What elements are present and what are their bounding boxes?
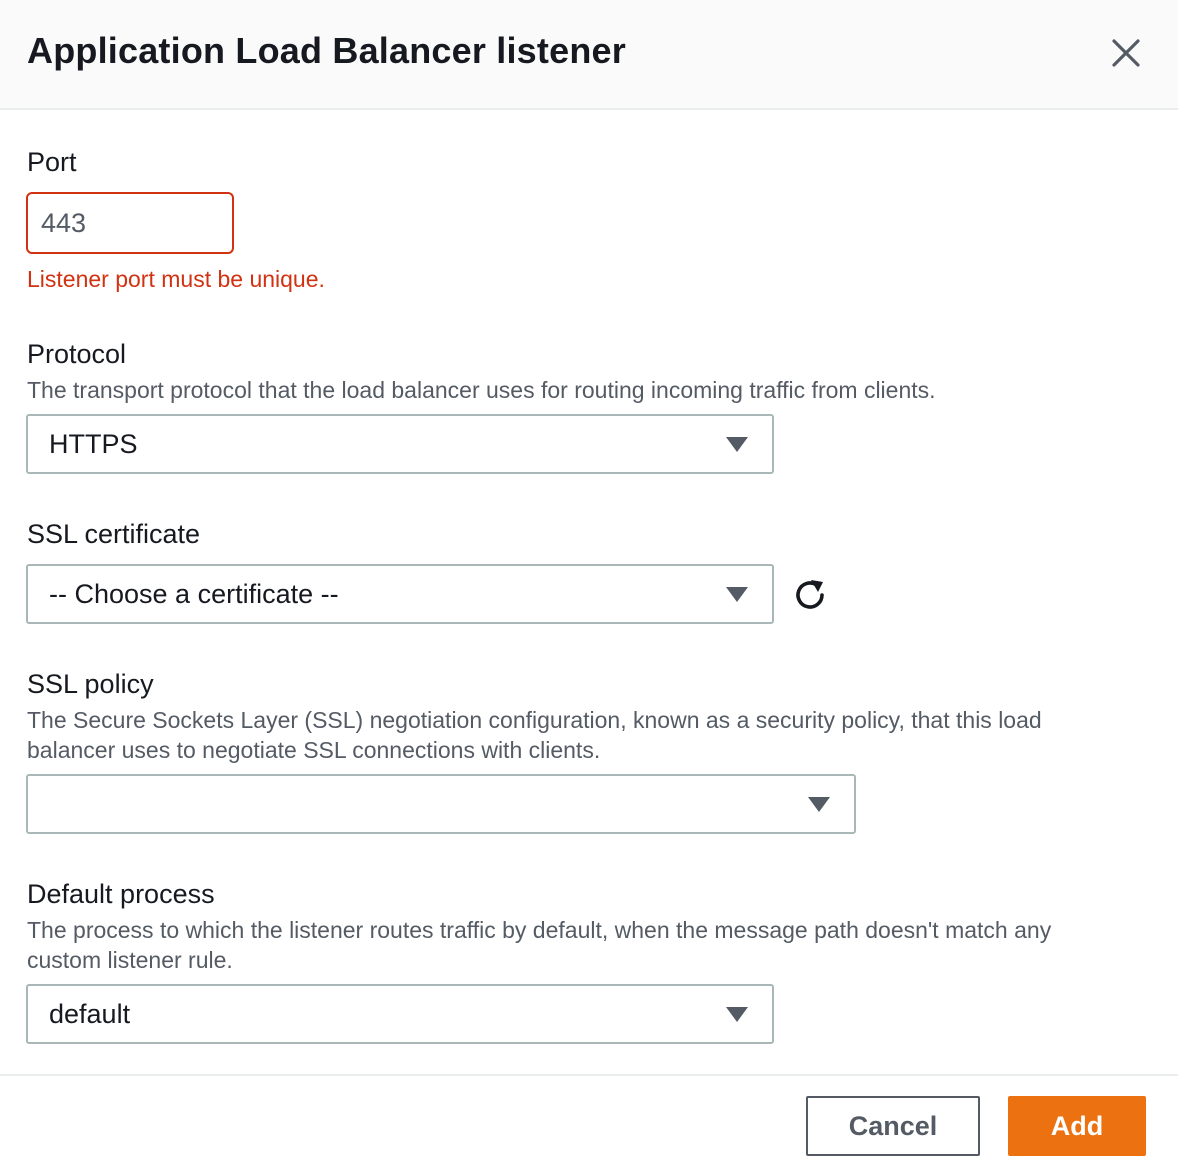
protocol-selected-value: HTTPS [49, 429, 138, 459]
default-process-description-line1: The process to which the listener routes… [27, 917, 1052, 943]
caret-down-icon [726, 587, 748, 602]
port-error-message: Listener port must be unique. [27, 266, 325, 292]
default-process-description-line2: custom listener rule. [27, 947, 233, 973]
ssl-policy-description-line1: The Secure Sockets Layer (SSL) negotiati… [27, 707, 1042, 733]
protocol-description: The transport protocol that the load bal… [27, 377, 936, 403]
modal-footer: Cancel Add [0, 1074, 1178, 1170]
ssl-certificate-selected-value: -- Choose a certificate -- [49, 579, 339, 609]
ssl-certificate-label: SSL certificate [27, 519, 201, 549]
refresh-icon [796, 580, 824, 609]
ssl-policy-description-line2: balancer uses to negotiate SSL connectio… [27, 737, 601, 763]
close-button[interactable] [1104, 31, 1148, 75]
port-input[interactable] [26, 192, 234, 254]
ssl-policy-select[interactable] [26, 774, 856, 834]
ssl-certificate-select[interactable]: -- Choose a certificate -- [26, 564, 774, 624]
refresh-certificates-button[interactable] [790, 575, 830, 615]
modal-header: Application Load Balancer listener [0, 0, 1178, 110]
caret-down-icon [808, 797, 830, 812]
listener-modal: Application Load Balancer listener Port … [0, 0, 1178, 1170]
default-process-select[interactable]: default [26, 984, 774, 1044]
port-label: Port [27, 147, 77, 177]
protocol-select[interactable]: HTTPS [26, 414, 774, 474]
default-process-selected-value: default [49, 999, 131, 1029]
cancel-button[interactable]: Cancel [806, 1096, 980, 1156]
modal-title: Application Load Balancer listener [27, 30, 626, 71]
caret-down-icon [726, 1007, 748, 1022]
close-icon [1112, 39, 1140, 67]
add-button[interactable]: Add [1008, 1096, 1146, 1156]
default-process-label: Default process [27, 879, 215, 909]
ssl-policy-label: SSL policy [27, 669, 154, 699]
caret-down-icon [726, 437, 748, 452]
protocol-label: Protocol [27, 339, 127, 369]
